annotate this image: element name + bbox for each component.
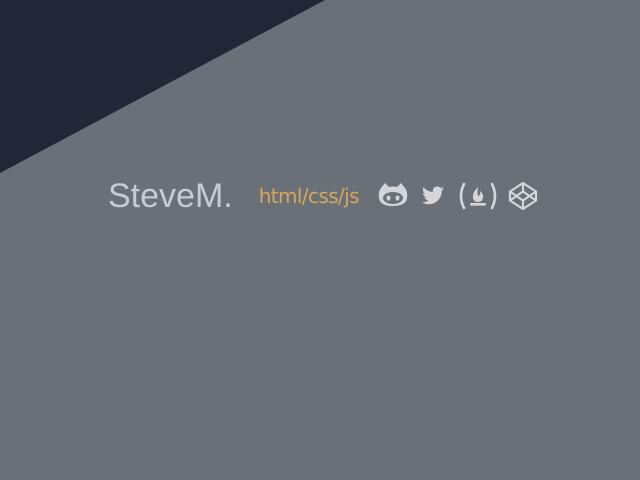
github-link[interactable] [377, 180, 409, 212]
codepen-icon [508, 181, 538, 211]
freecodecamp-link[interactable] [457, 180, 499, 212]
site-header: SteveM. html/css/js [108, 172, 539, 220]
tagline: html/css/js [258, 184, 360, 208]
twitter-icon [421, 186, 444, 205]
twitter-link[interactable] [417, 180, 449, 212]
freecodecamp-icon [459, 182, 497, 210]
dark-corner-shape [0, 0, 325, 173]
social-links [377, 180, 539, 212]
codepen-link[interactable] [507, 180, 539, 212]
site-logo-text[interactable]: SteveM. [108, 179, 233, 213]
github-icon [378, 183, 408, 206]
